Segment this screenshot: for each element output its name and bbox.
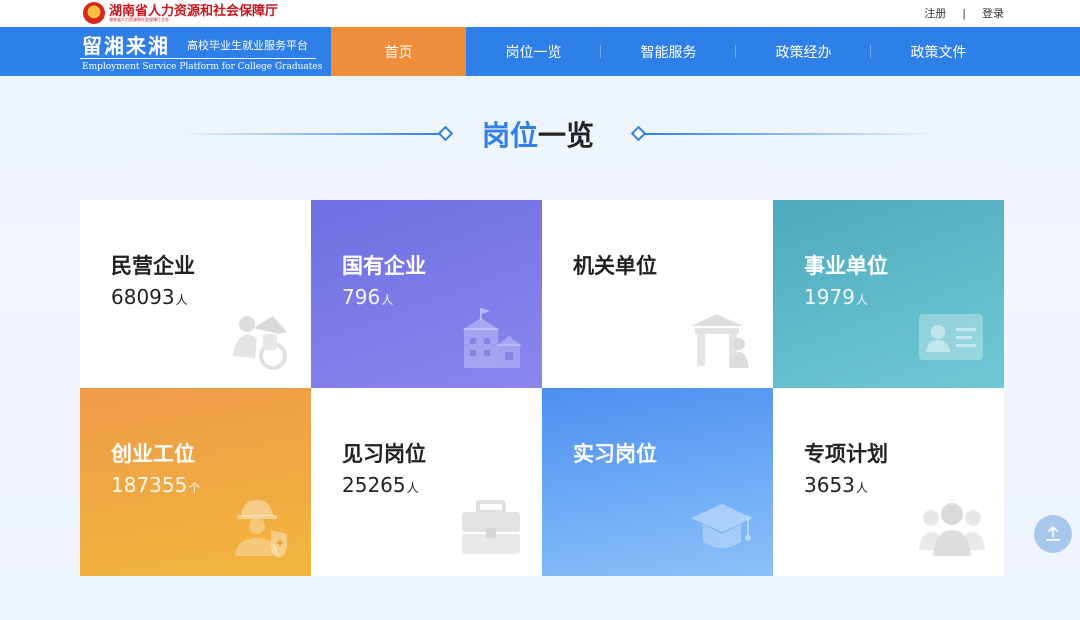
building-icon [462,308,522,368]
brand-divider [80,58,316,59]
card-trainee-position[interactable]: 见习岗位 25265人 [311,388,542,576]
card-state-enterprise[interactable]: 国有企业 796人 [311,200,542,388]
title-highlight: 岗位 [482,119,539,152]
brand-side: 高校毕业生就业服务平台 [187,39,308,52]
card-name: 事业单位 [804,254,888,278]
nav-items: 首页 岗位一览 智能服务 政策经办 政策文件 [331,27,1006,76]
card-name: 专项计划 [804,442,888,466]
card-count: 187355个 [111,473,200,497]
count-value: 68093 [111,285,175,309]
nav-item-label: 政策经办 [775,44,832,61]
register-link[interactable]: 注册 [924,5,946,21]
card-count [573,285,574,309]
top-bar: 湖南省人力资源和社会保障厅 湖南省人力资源和社会保障厅主办 注册 | 登录 [0,0,1080,27]
card-name: 国有企业 [342,254,426,278]
title-rest: 一览 [538,119,595,152]
brand-main: 留湘来湘 [82,34,170,58]
title-line-right [645,133,935,135]
nav-item-label: 智能服务 [640,44,697,61]
brand-english: Employment Service Platform for College … [82,62,323,72]
job-category-grid: 民营企业 68093人 国有企业 796人 机关单位 事业单位 1979人 创业… [80,200,1004,576]
nav-item-smart-service[interactable]: 智能服务 [601,27,736,76]
card-name: 民营企业 [111,254,195,278]
card-count: 796人 [342,285,393,309]
government-officer-icon [691,314,749,368]
card-count: 68093人 [111,285,188,309]
count-value: 3653 [804,473,855,497]
toolbox-icon [462,500,520,554]
group-icon [919,503,985,556]
diamond-left-icon [437,125,454,142]
back-to-top-button[interactable] [1034,515,1072,553]
nav-item-label: 岗位一览 [505,44,562,61]
card-special-program[interactable]: 专项计划 3653人 [773,388,1004,576]
auth-links: 注册 | 登录 [924,5,1004,21]
nav-item-label: 首页 [384,44,413,61]
card-name: 实习岗位 [573,442,657,466]
main-nav: 留湘来湘 高校毕业生就业服务平台 Employment Service Plat… [0,27,1080,76]
card-government-agency[interactable]: 机关单位 [542,200,773,388]
nav-item-jobs[interactable]: 岗位一览 [466,27,601,76]
card-name: 见习岗位 [342,442,426,466]
count-unit: 人 [855,481,868,495]
gov-subtitle: 湖南省人力资源和社会保障厅主办 [109,17,169,22]
card-name: 机关单位 [573,254,657,278]
card-private-enterprise[interactable]: 民营企业 68093人 [80,200,311,388]
count-value: 25265 [342,473,406,497]
helmet-worker-icon [235,500,287,558]
count-unit: 人 [175,293,188,307]
card-count [573,473,574,497]
platform-logo[interactable]: 留湘来湘 高校毕业生就业服务平台 Employment Service Plat… [80,29,322,74]
auth-separator: | [962,6,966,20]
count-unit: 人 [855,293,868,307]
card-name: 创业工位 [111,442,195,466]
card-public-institution[interactable]: 事业单位 1979人 [773,200,1004,388]
card-count: 25265人 [342,473,419,497]
card-count: 3653人 [804,473,868,497]
nav-item-home[interactable]: 首页 [331,27,466,76]
national-emblem-icon [83,2,105,24]
section-heading: 岗位一览 [0,114,1080,154]
nav-item-label: 政策文件 [910,44,967,61]
count-unit: 人 [406,481,419,495]
count-unit: 个 [188,481,201,495]
title-line-left [180,133,440,135]
workers-icon [233,316,287,370]
nav-item-policy-docs[interactable]: 政策文件 [871,27,1006,76]
arrow-up-icon [1046,525,1060,541]
count-value: 1979 [804,285,855,309]
count-value: 796 [342,285,381,309]
card-startup-station[interactable]: 创业工位 187355个 [80,388,311,576]
page-title: 岗位一览 [482,114,594,154]
count-value: 187355 [111,473,188,497]
login-link[interactable]: 登录 [982,5,1004,21]
card-internship-position[interactable]: 实习岗位 [542,388,773,576]
diamond-right-icon [630,125,647,142]
id-card-icon [919,314,983,360]
nav-item-policy-handling[interactable]: 政策经办 [736,27,871,76]
graduation-cap-icon [691,504,753,548]
count-unit: 人 [381,293,394,307]
card-count: 1979人 [804,285,868,309]
